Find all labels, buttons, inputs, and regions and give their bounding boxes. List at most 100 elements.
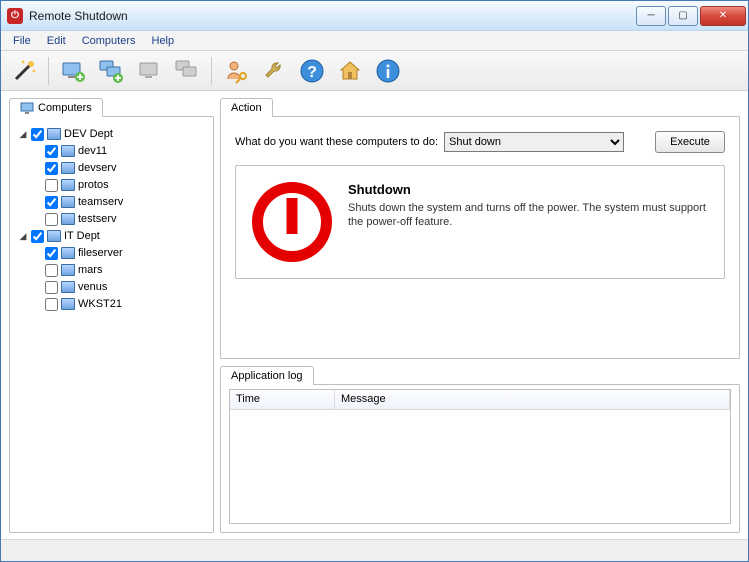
expand-icon[interactable] bbox=[18, 129, 28, 140]
edit-computer-button[interactable] bbox=[132, 54, 166, 88]
item-label: protos bbox=[78, 179, 109, 191]
computer-tree[interactable]: DEV Dept dev11 devserv protos teamserv testse… bbox=[10, 117, 213, 532]
tree-item[interactable]: devserv bbox=[32, 160, 207, 176]
item-label: WKST21 bbox=[78, 298, 122, 310]
power-icon bbox=[252, 182, 332, 262]
svg-text:?: ? bbox=[307, 64, 317, 81]
item-label: venus bbox=[78, 281, 107, 293]
monitors-gray-icon bbox=[173, 57, 201, 85]
monitor-icon bbox=[61, 162, 75, 174]
action-description-box: Shutdown Shuts down the system and turns… bbox=[235, 165, 725, 279]
execute-button[interactable]: Execute bbox=[655, 131, 725, 153]
item-checkbox[interactable] bbox=[45, 264, 58, 277]
monitor-icon bbox=[47, 230, 61, 242]
log-table: Time Message bbox=[229, 389, 731, 524]
wand-icon bbox=[10, 57, 38, 85]
menubar: File Edit Computers Help bbox=[1, 31, 748, 51]
monitor-gray-icon bbox=[135, 57, 163, 85]
monitor-icon bbox=[61, 247, 75, 259]
action-desc-body: Shuts down the system and turns off the … bbox=[348, 201, 708, 230]
settings-button[interactable] bbox=[257, 54, 291, 88]
window-title: Remote Shutdown bbox=[29, 9, 634, 23]
group-checkbox[interactable] bbox=[31, 128, 44, 141]
action-desc-title: Shutdown bbox=[348, 182, 708, 197]
add-group-button[interactable] bbox=[94, 54, 128, 88]
app-window: ⏻ Remote Shutdown ─ ▢ ✕ File Edit Comput… bbox=[0, 0, 749, 562]
question-icon: ? bbox=[298, 57, 326, 85]
tree-item[interactable]: mars bbox=[32, 262, 207, 278]
monitor-icon bbox=[61, 179, 75, 191]
home-button[interactable] bbox=[333, 54, 367, 88]
log-col-message[interactable]: Message bbox=[335, 390, 730, 409]
main-panel: Action What do you want these computers … bbox=[220, 97, 740, 533]
edit-group-button[interactable] bbox=[170, 54, 204, 88]
item-label: teamserv bbox=[78, 196, 123, 208]
item-checkbox[interactable] bbox=[45, 281, 58, 294]
monitor-icon bbox=[61, 298, 75, 310]
help-button[interactable]: ? bbox=[295, 54, 329, 88]
log-col-time[interactable]: Time bbox=[230, 390, 335, 409]
log-header: Time Message bbox=[230, 390, 730, 410]
log-rows-empty bbox=[230, 410, 730, 523]
group-checkbox[interactable] bbox=[31, 230, 44, 243]
action-select[interactable]: Shut down bbox=[444, 132, 624, 152]
action-prompt: What do you want these computers to do: bbox=[235, 136, 438, 148]
users-button[interactable] bbox=[219, 54, 253, 88]
tree-group[interactable]: IT Dept bbox=[18, 228, 207, 244]
info-icon bbox=[374, 57, 402, 85]
monitor-icon bbox=[61, 264, 75, 276]
monitor-icon bbox=[47, 128, 61, 140]
add-computer-button[interactable] bbox=[56, 54, 90, 88]
item-label: devserv bbox=[78, 162, 117, 174]
item-checkbox[interactable] bbox=[45, 298, 58, 311]
item-checkbox[interactable] bbox=[45, 247, 58, 260]
user-key-icon bbox=[222, 57, 250, 85]
menu-file[interactable]: File bbox=[5, 33, 39, 49]
home-icon bbox=[336, 57, 364, 85]
wizard-button[interactable] bbox=[7, 54, 41, 88]
group-label: IT Dept bbox=[64, 230, 100, 242]
toolbar: ? bbox=[1, 51, 748, 91]
item-label: fileserver bbox=[78, 247, 123, 259]
monitor-icon bbox=[61, 145, 75, 157]
item-checkbox[interactable] bbox=[45, 213, 58, 226]
item-checkbox[interactable] bbox=[45, 145, 58, 158]
item-checkbox[interactable] bbox=[45, 179, 58, 192]
item-checkbox[interactable] bbox=[45, 162, 58, 175]
tab-log[interactable]: Application log bbox=[220, 366, 314, 385]
group-label: DEV Dept bbox=[64, 128, 113, 140]
minimize-button[interactable]: ─ bbox=[636, 6, 666, 26]
monitor-icon bbox=[61, 196, 75, 208]
tab-computers-label: Computers bbox=[38, 102, 92, 114]
app-icon: ⏻ bbox=[7, 8, 23, 24]
content-area: Computers DEV Dept dev11 devserv protos team… bbox=[1, 91, 748, 539]
item-label: testserv bbox=[78, 213, 117, 225]
tree-item[interactable]: fileserver bbox=[32, 245, 207, 261]
tree-item[interactable]: venus bbox=[32, 279, 207, 295]
monitor-icon bbox=[20, 102, 34, 114]
menu-edit[interactable]: Edit bbox=[39, 33, 74, 49]
monitors-plus-icon bbox=[97, 57, 125, 85]
tree-item[interactable]: testserv bbox=[32, 211, 207, 227]
menu-help[interactable]: Help bbox=[144, 33, 183, 49]
expand-icon[interactable] bbox=[18, 231, 28, 242]
statusbar bbox=[1, 539, 748, 561]
tab-action[interactable]: Action bbox=[220, 98, 273, 117]
close-button[interactable]: ✕ bbox=[700, 6, 746, 26]
tree-item[interactable]: teamserv bbox=[32, 194, 207, 210]
item-checkbox[interactable] bbox=[45, 196, 58, 209]
wrench-icon bbox=[260, 57, 288, 85]
menu-computers[interactable]: Computers bbox=[74, 33, 144, 49]
maximize-button[interactable]: ▢ bbox=[668, 6, 698, 26]
monitor-icon bbox=[61, 281, 75, 293]
monitor-icon bbox=[61, 213, 75, 225]
tree-item[interactable]: WKST21 bbox=[32, 296, 207, 312]
tree-item[interactable]: dev11 bbox=[32, 143, 207, 159]
tree-group[interactable]: DEV Dept bbox=[18, 126, 207, 142]
sidebar: Computers DEV Dept dev11 devserv protos team… bbox=[9, 97, 214, 533]
item-label: mars bbox=[78, 264, 102, 276]
titlebar: ⏻ Remote Shutdown ─ ▢ ✕ bbox=[1, 1, 748, 31]
tab-computers[interactable]: Computers bbox=[9, 98, 103, 117]
about-button[interactable] bbox=[371, 54, 405, 88]
tree-item[interactable]: protos bbox=[32, 177, 207, 193]
